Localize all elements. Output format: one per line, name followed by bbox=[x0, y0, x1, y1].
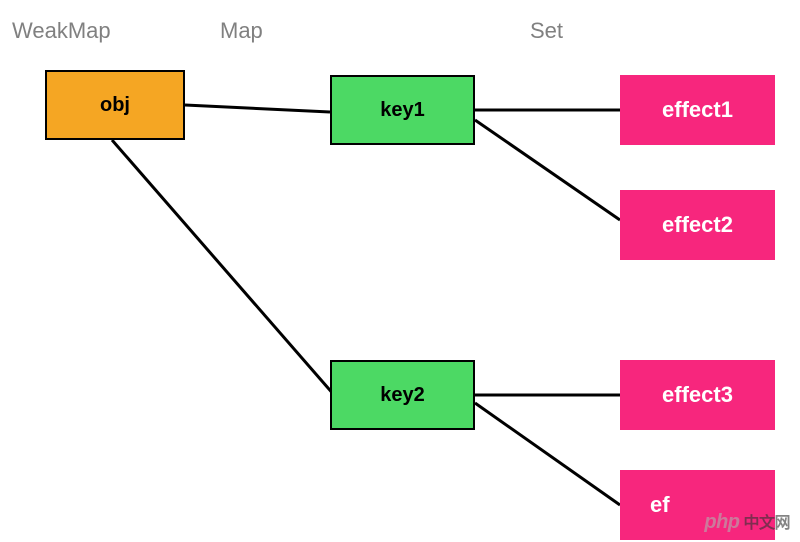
node-effect3-label: effect3 bbox=[662, 382, 733, 408]
node-effect1-label: effect1 bbox=[662, 97, 733, 123]
watermark-suffix: 中文网 bbox=[743, 515, 790, 532]
watermark: php 中文网 bbox=[704, 509, 790, 534]
node-effect2: effect2 bbox=[620, 190, 775, 260]
node-obj: obj bbox=[45, 70, 185, 140]
header-weakmap-label: WeakMap bbox=[12, 18, 111, 44]
watermark-brand: php bbox=[704, 511, 739, 533]
node-key1: key1 bbox=[330, 75, 475, 145]
header-map-label: Map bbox=[220, 18, 263, 44]
node-key2-label: key2 bbox=[380, 384, 425, 407]
node-effect4-label: ef bbox=[650, 492, 670, 518]
node-effect1: effect1 bbox=[620, 75, 775, 145]
node-effect3: effect3 bbox=[620, 360, 775, 430]
header-set-label: Set bbox=[530, 18, 563, 44]
node-effect2-label: effect2 bbox=[662, 212, 733, 238]
node-obj-label: obj bbox=[100, 94, 130, 117]
node-key1-label: key1 bbox=[380, 99, 425, 122]
node-key2: key2 bbox=[330, 360, 475, 430]
